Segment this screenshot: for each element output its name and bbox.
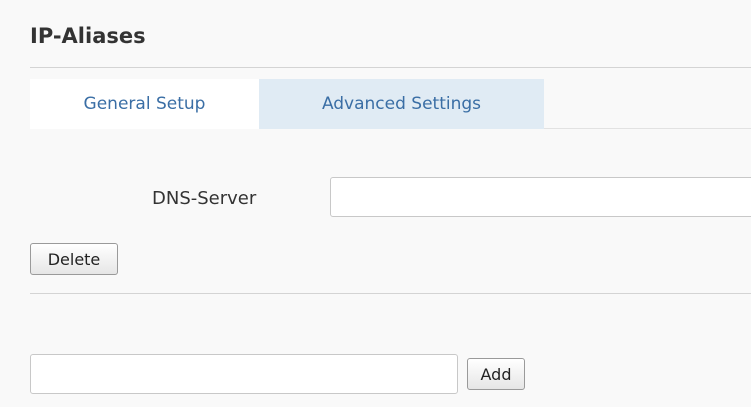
delete-button[interactable]: Delete [30,243,118,275]
add-button[interactable]: Add [467,358,525,390]
dns-server-label: DNS-Server [152,188,257,209]
tab-general-setup[interactable]: General Setup [30,79,259,129]
new-alias-input[interactable] [30,354,458,394]
section-divider [30,293,751,294]
tab-advanced-settings[interactable]: Advanced Settings [259,79,544,129]
ip-aliases-panel: IP-Aliases General Setup Advanced Settin… [0,0,751,407]
tab-bar-divider [544,128,751,129]
title-divider [30,67,751,68]
dns-server-input[interactable] [330,177,751,217]
section-title: IP-Aliases [30,24,146,48]
